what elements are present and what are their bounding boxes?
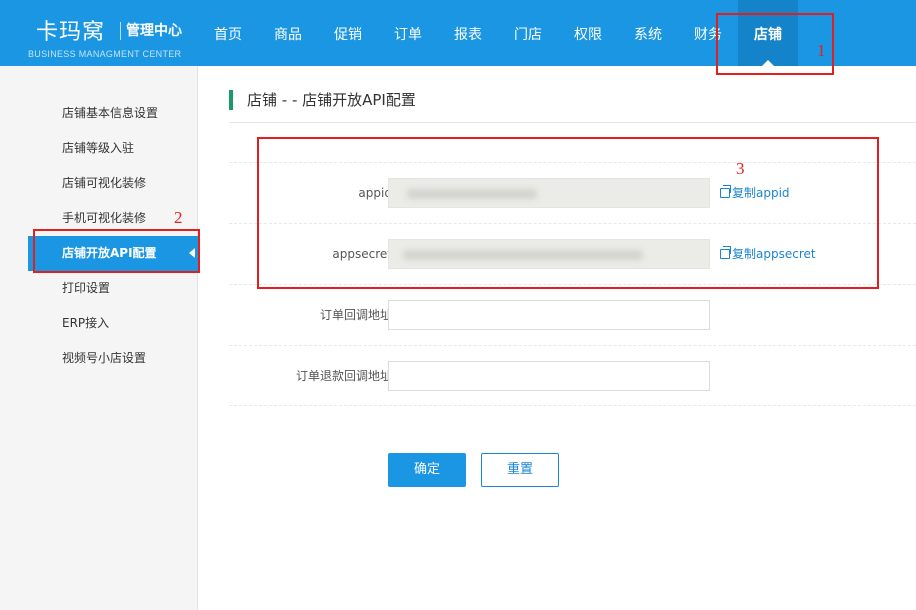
reset-button[interactable]: 重置 xyxy=(481,453,559,487)
sidebar-item-erp[interactable]: ERP接入 xyxy=(28,306,198,341)
redacted-value xyxy=(403,250,643,260)
sidebar-item-print-settings[interactable]: 打印设置 xyxy=(28,271,198,306)
sidebar-item-shop-basic-info[interactable]: 店铺基本信息设置 xyxy=(28,96,198,131)
nav-item-permissions[interactable]: 权限 xyxy=(558,0,618,66)
nav-item-reports[interactable]: 报表 xyxy=(438,0,498,66)
sidebar: 店铺基本信息设置 店铺等级入驻 店铺可视化装修 手机可视化装修 店铺开放API配… xyxy=(0,66,198,610)
logo-divider xyxy=(120,22,121,40)
page-title: 店铺 - - 店铺开放API配置 xyxy=(229,90,416,110)
refund-callback-label: 订单退款回调地址: xyxy=(295,369,396,383)
logo[interactable]: 卡玛窝 管理中心 BUSINESS MANAGMENT CENTER xyxy=(28,10,188,62)
sidebar-item-mobile-visual-decoration[interactable]: 手机可视化装修 xyxy=(28,201,198,236)
form-row-appsecret: appsecret: 复制appsecret xyxy=(229,223,916,284)
form-row-order-callback: 订单回调地址: xyxy=(229,284,916,345)
sidebar-item-video-shop[interactable]: 视频号小店设置 xyxy=(28,341,198,376)
logo-mark: 卡玛窝 xyxy=(36,20,106,45)
form-row-refund-callback: 订单退款回调地址: xyxy=(229,345,916,406)
nav-item-shop[interactable]: 店铺 xyxy=(738,0,798,66)
copy-appsecret-link[interactable]: 复制appsecret xyxy=(720,224,816,285)
appsecret-field[interactable] xyxy=(388,239,710,269)
appid-field[interactable] xyxy=(388,178,710,208)
nav-item-products[interactable]: 商品 xyxy=(258,0,318,66)
nav-item-home[interactable]: 首页 xyxy=(198,0,258,66)
nav-item-finance[interactable]: 财务 xyxy=(678,0,738,66)
copy-icon xyxy=(720,246,731,259)
nav-item-orders[interactable]: 订单 xyxy=(378,0,438,66)
refund-callback-url-input[interactable] xyxy=(388,361,710,391)
copy-appid-link[interactable]: 复制appid xyxy=(720,163,790,224)
main-content: 店铺 - - 店铺开放API配置 appid: 复制appid appsecre… xyxy=(199,66,916,610)
copy-appsecret-label: 复制appsecret xyxy=(732,247,816,261)
nav-item-promotions[interactable]: 促销 xyxy=(318,0,378,66)
redacted-value xyxy=(407,189,537,199)
order-callback-url-input[interactable] xyxy=(388,300,710,330)
confirm-button[interactable]: 确定 xyxy=(388,453,466,487)
form-row-appid: appid: 复制appid xyxy=(229,162,916,223)
logo-subtitle: BUSINESS MANAGMENT CENTER xyxy=(28,49,182,59)
top-navigation-bar: 卡玛窝 管理中心 BUSINESS MANAGMENT CENTER 首页 商品… xyxy=(0,0,916,66)
sidebar-item-open-api-config[interactable]: 店铺开放API配置 xyxy=(28,236,198,271)
nav-item-system[interactable]: 系统 xyxy=(618,0,678,66)
sidebar-item-shop-level[interactable]: 店铺等级入驻 xyxy=(28,131,198,166)
main-nav: 首页 商品 促销 订单 报表 门店 权限 系统 财务 店铺 xyxy=(198,0,798,66)
appsecret-label: appsecret: xyxy=(332,247,396,261)
copy-icon xyxy=(720,185,731,198)
sidebar-item-shop-visual-decoration[interactable]: 店铺可视化装修 xyxy=(28,166,198,201)
logo-title: 管理中心 xyxy=(126,23,182,39)
title-divider xyxy=(229,122,916,123)
order-callback-label: 订单回调地址: xyxy=(319,308,396,322)
nav-item-stores[interactable]: 门店 xyxy=(498,0,558,66)
copy-appid-label: 复制appid xyxy=(732,186,790,200)
